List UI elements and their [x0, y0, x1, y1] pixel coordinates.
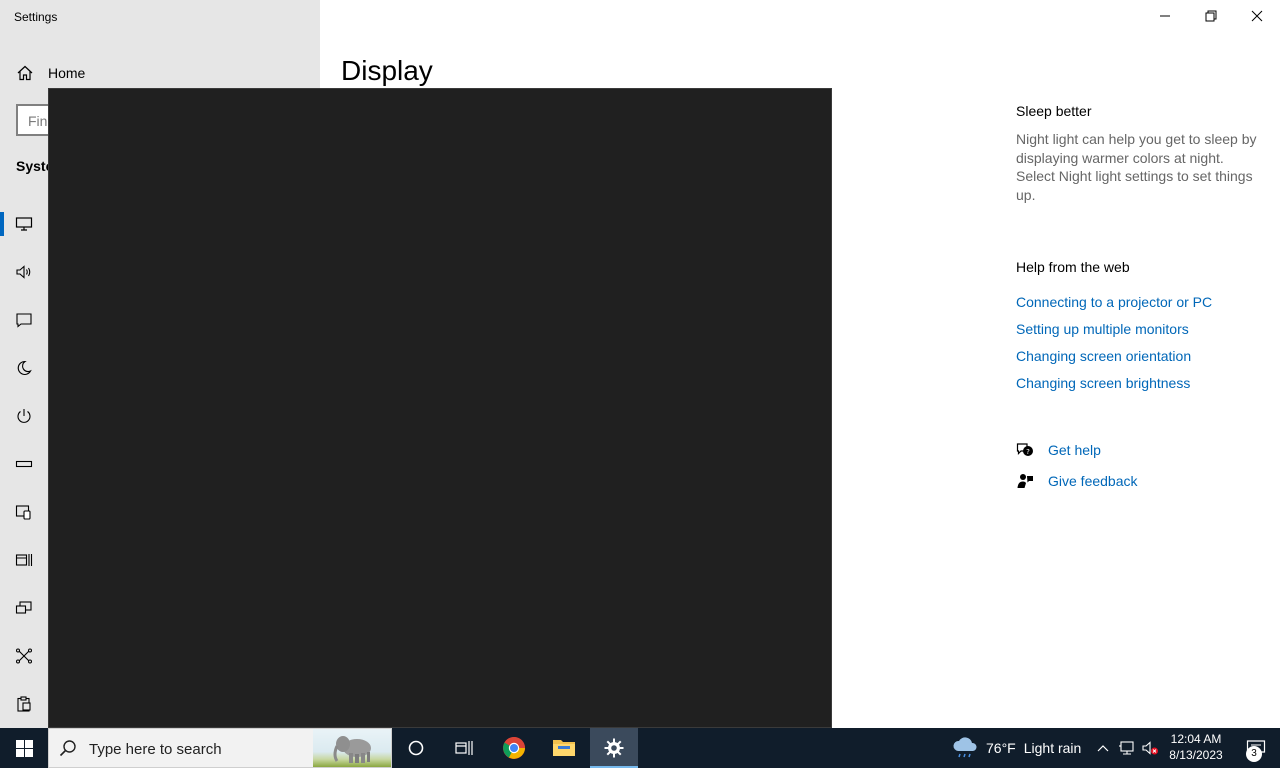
display-icon [15, 217, 33, 231]
get-help-link[interactable]: ? Get help [1016, 441, 1101, 459]
search-placeholder: Type here to search [89, 741, 222, 758]
power-icon [17, 409, 31, 423]
settings-taskbar-button[interactable] [590, 728, 638, 768]
search-highlight-elephant-image [313, 729, 391, 767]
folder-icon [553, 740, 575, 756]
start-button[interactable] [0, 728, 48, 768]
sleep-better-text: Night light can help you get to sleep by… [1016, 131, 1257, 203]
windows-logo-icon [15, 739, 33, 757]
file-explorer-taskbar-button[interactable] [540, 728, 588, 768]
weather-condition: Light rain [1023, 740, 1082, 756]
taskbar-clock[interactable]: 12:04 AM 8/13/2023 [1164, 731, 1228, 763]
volume-tray-button[interactable] [1139, 728, 1161, 768]
task-view-icon [455, 741, 473, 755]
home-nav-item[interactable]: Home [16, 62, 85, 84]
clipboard-icon [17, 696, 31, 712]
sleep-better-heading: Sleep better [1016, 103, 1092, 119]
task-view-button[interactable] [442, 728, 486, 768]
give-feedback-label: Give feedback [1048, 473, 1138, 489]
weather-temperature: 76°F [986, 740, 1016, 756]
close-button[interactable] [1234, 0, 1280, 32]
sound-icon [16, 265, 31, 279]
network-tray-button[interactable] [1116, 728, 1138, 768]
shared-experiences-icon [16, 648, 32, 664]
clock-time: 12:04 AM [1170, 732, 1222, 746]
cortana-button[interactable] [394, 728, 438, 768]
notification-count-badge: 3 [1246, 746, 1262, 762]
svg-text:?: ? [1026, 448, 1030, 456]
link-screen-orientation[interactable]: Changing screen orientation [1016, 348, 1191, 364]
restore-button[interactable] [1188, 0, 1234, 32]
taskbar: Type here to search 76°F Light rain 12:0… [0, 728, 1280, 768]
help-web-heading: Help from the web [1016, 259, 1130, 275]
window-title: Settings [14, 10, 58, 24]
get-help-label: Get help [1048, 442, 1101, 458]
minimize-button[interactable] [1142, 0, 1188, 32]
projecting-icon [15, 601, 32, 614]
storage-icon [15, 460, 33, 468]
home-label: Home [48, 65, 86, 81]
show-hidden-icons-button[interactable] [1092, 728, 1114, 768]
home-icon [17, 65, 33, 81]
focus-assist-icon [17, 360, 32, 375]
close-icon [1251, 10, 1263, 22]
chrome-icon [503, 737, 525, 759]
page-title: Display [341, 55, 433, 86]
give-feedback-icon [1017, 474, 1033, 488]
clock-date: 8/13/2023 [1169, 748, 1223, 762]
find-setting-text: Fin [28, 113, 48, 129]
tablet-icon [15, 505, 31, 520]
notifications-icon [16, 313, 32, 328]
link-projector[interactable]: Connecting to a projector or PC [1016, 294, 1212, 310]
search-icon [59, 740, 76, 757]
restore-icon [1205, 10, 1217, 22]
blank-dark-window [48, 88, 832, 728]
weather-widget[interactable]: 76°F Light rain [952, 728, 1081, 768]
cortana-icon [408, 740, 424, 756]
chrome-taskbar-button[interactable] [490, 728, 538, 768]
link-multiple-monitors[interactable]: Setting up multiple monitors [1016, 321, 1189, 337]
multitasking-icon [15, 554, 33, 566]
gear-icon [604, 738, 624, 758]
minimize-icon [1160, 15, 1170, 17]
network-icon [1119, 741, 1134, 755]
rain-cloud-icon [953, 737, 977, 758]
give-feedback-link[interactable]: Give feedback [1016, 472, 1138, 490]
link-screen-brightness[interactable]: Changing screen brightness [1016, 375, 1190, 391]
chevron-up-icon [1097, 745, 1109, 752]
taskbar-search-box[interactable]: Type here to search [48, 728, 392, 768]
get-help-icon: ? [1016, 443, 1033, 456]
volume-muted-icon [1142, 741, 1158, 755]
